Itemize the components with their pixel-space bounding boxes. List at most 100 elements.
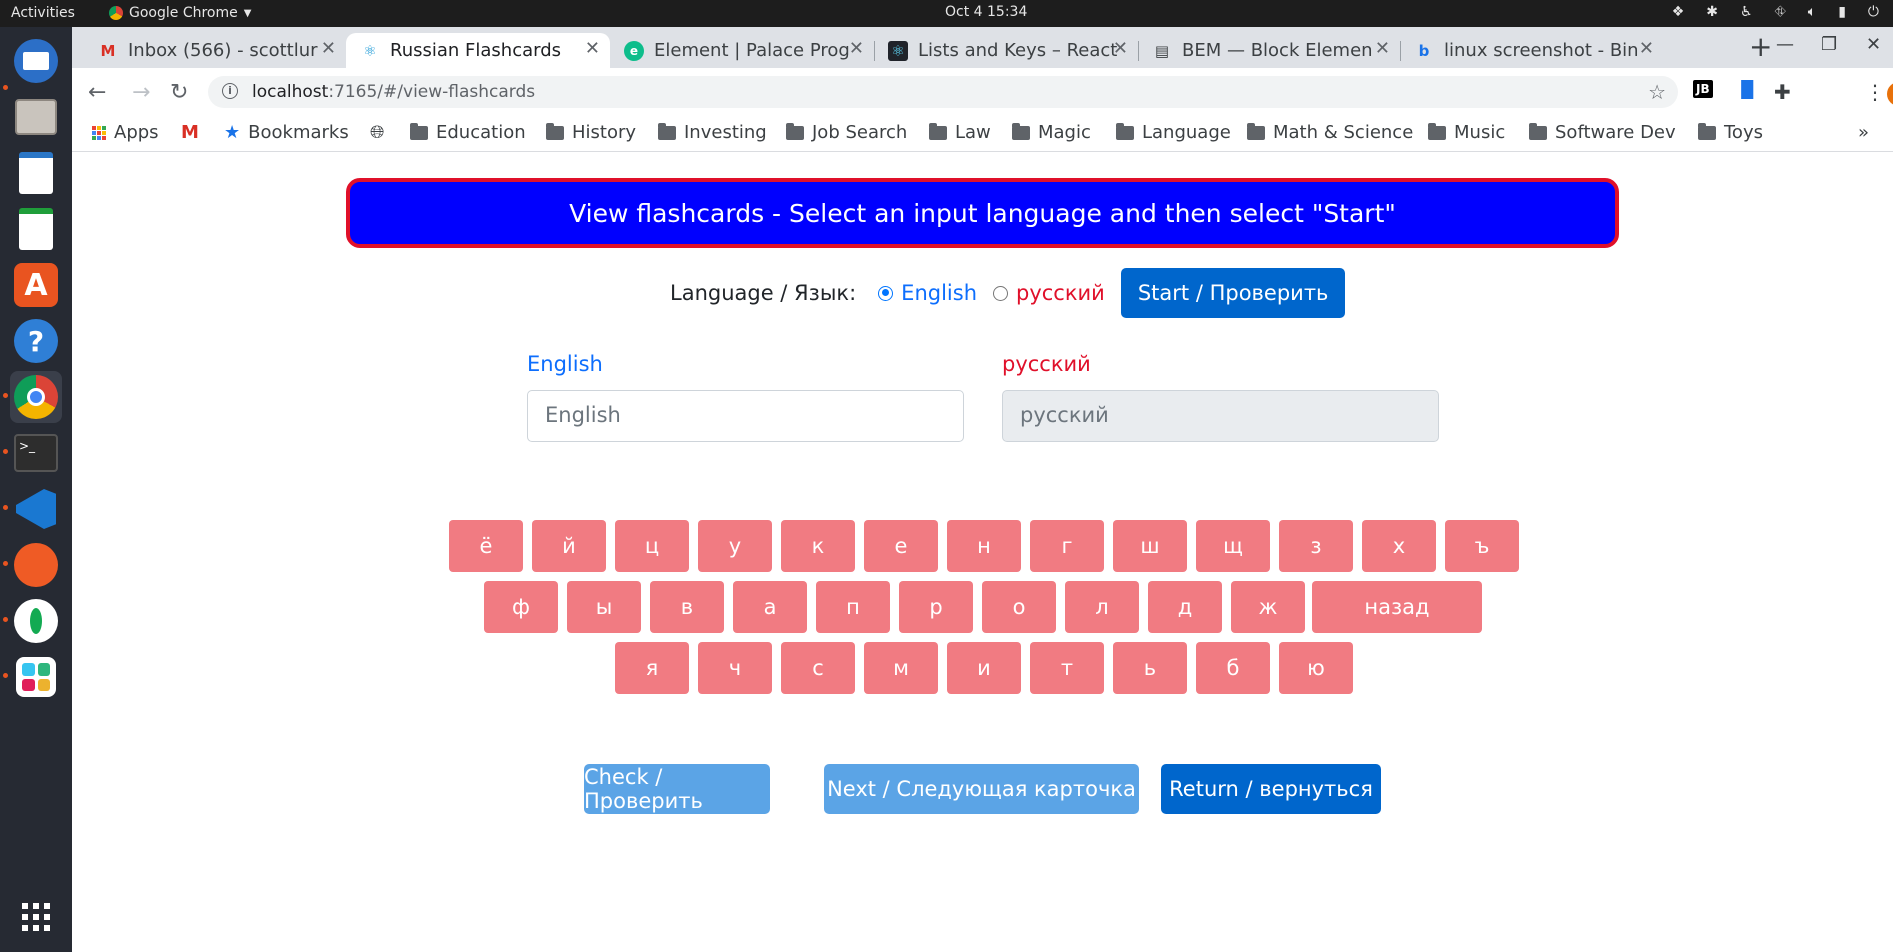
key[interactable]: ш (1113, 520, 1187, 572)
key[interactable]: г (1030, 520, 1104, 572)
key[interactable]: с (781, 642, 855, 694)
bookmark-folder-software-dev[interactable]: Software Dev (1529, 122, 1676, 143)
postman-icon[interactable] (10, 539, 62, 591)
help-icon[interactable]: ? (10, 315, 62, 367)
software-center-icon[interactable]: A (10, 259, 62, 311)
key[interactable]: н (947, 520, 1021, 572)
vscode-icon[interactable] (10, 483, 62, 535)
key[interactable]: щ (1196, 520, 1270, 572)
key[interactable]: х (1362, 520, 1436, 572)
address-bar[interactable]: i localhost:7165/#/view-flashcards ☆ (208, 76, 1678, 108)
backspace-key[interactable]: назад (1312, 581, 1482, 633)
activities-button[interactable]: Activities (11, 5, 75, 21)
site-info-icon[interactable]: i (222, 83, 238, 99)
key[interactable]: з (1279, 520, 1353, 572)
key[interactable]: ю (1279, 642, 1353, 694)
close-tab-icon[interactable]: ✕ (1113, 38, 1128, 59)
battery-icon[interactable]: ▮ (1838, 4, 1846, 20)
profile-avatar[interactable]: S (1887, 82, 1893, 106)
close-tab-icon[interactable]: ✕ (321, 38, 336, 59)
radio-button[interactable] (993, 285, 1008, 301)
key[interactable]: п (816, 581, 890, 633)
accessibility-icon[interactable]: ♿ (1740, 4, 1753, 20)
url-text[interactable]: localhost:7165/#/view-flashcards (252, 82, 535, 102)
key[interactable]: ц (615, 520, 689, 572)
key[interactable]: м (864, 642, 938, 694)
check-button[interactable]: Check / Проверить (584, 764, 770, 814)
reload-icon[interactable]: ↻ (170, 80, 188, 105)
radio-button-checked[interactable] (878, 285, 894, 301)
bookmark-star-icon[interactable]: ☆ (1648, 80, 1666, 104)
writer-icon[interactable] (10, 147, 62, 199)
tab-bing[interactable]: b linux screenshot - Bin ✕ (1400, 33, 1664, 68)
key[interactable]: ё (449, 520, 523, 572)
key[interactable]: я (615, 642, 689, 694)
show-apps-icon[interactable] (10, 891, 62, 943)
chrome-menu-icon[interactable]: ⋮ (1865, 80, 1885, 104)
key[interactable]: ь (1113, 642, 1187, 694)
bookmark-folder-language[interactable]: Language (1116, 122, 1231, 143)
key[interactable]: т (1030, 642, 1104, 694)
dashboard-extension-icon[interactable]: ▐▌ (1735, 80, 1760, 99)
start-button[interactable]: Start / Проверить (1120, 268, 1346, 318)
next-card-button[interactable]: Next / Следующая карточка (824, 764, 1139, 814)
radio-english-label[interactable]: English (901, 281, 977, 305)
key[interactable]: б (1196, 642, 1270, 694)
key[interactable]: л (1065, 581, 1139, 633)
extensions-puzzle-icon[interactable]: ✚ (1774, 80, 1791, 104)
bookmark-folder-music[interactable]: Music (1428, 122, 1505, 143)
close-tab-icon[interactable]: ✕ (1375, 38, 1390, 59)
calc-icon[interactable] (10, 203, 62, 255)
key[interactable]: ф (484, 581, 558, 633)
tab-bem[interactable]: ▤ BEM — Block Elemen ✕ (1138, 33, 1400, 68)
bookmark-bookmarks[interactable]: ★ Bookmarks (224, 122, 349, 143)
close-tab-icon[interactable]: ✕ (1639, 38, 1654, 59)
volume-icon[interactable]: 🔈︎ (1808, 4, 1816, 20)
close-tab-icon[interactable]: ✕ (849, 38, 864, 59)
close-tab-icon[interactable]: ✕ (585, 38, 600, 59)
key[interactable]: к (781, 520, 855, 572)
radio-russian-label[interactable]: русский (1016, 281, 1105, 305)
tab-lists-and-keys[interactable]: ⚛ Lists and Keys – React ✕ (874, 33, 1138, 68)
chrome-dock-icon[interactable] (10, 371, 62, 423)
close-window-icon[interactable]: ✕ (1866, 34, 1881, 55)
key[interactable]: у (698, 520, 772, 572)
return-button[interactable]: Return / вернуться (1161, 764, 1381, 814)
maximize-icon[interactable]: ❐ (1821, 34, 1837, 55)
bookmark-folder-investing[interactable]: Investing (658, 122, 767, 143)
key[interactable]: ъ (1445, 520, 1519, 572)
network-icon[interactable]: ⛗ (1775, 4, 1786, 20)
key[interactable]: й (532, 520, 606, 572)
tab-russian-flashcards[interactable]: ⚛ Russian Flashcards ✕ (346, 33, 610, 68)
more-bookmarks-icon[interactable]: » (1858, 122, 1869, 143)
jetbrains-extension-icon[interactable]: JB (1693, 80, 1713, 98)
globe-bookmark-icon[interactable]: 🌐︎ (370, 122, 384, 143)
bookmark-folder-math-science[interactable]: Math & Science (1247, 122, 1413, 143)
terminal-icon[interactable]: >_ (10, 427, 62, 479)
new-tab-button[interactable]: + (1749, 33, 1772, 61)
power-icon[interactable]: ⏻ (1868, 4, 1879, 20)
back-icon[interactable]: ← (88, 80, 106, 105)
minimize-icon[interactable]: — (1776, 34, 1794, 55)
radio-russian[interactable]: русский (993, 281, 1105, 305)
files-icon[interactable] (10, 91, 62, 143)
bookmark-folder-history[interactable]: History (546, 122, 636, 143)
english-input[interactable]: English (527, 390, 964, 442)
dropbox-icon[interactable]: ❖ (1672, 4, 1685, 20)
key[interactable]: в (650, 581, 724, 633)
settings-tray-icon[interactable]: ✱ (1706, 4, 1718, 20)
key[interactable]: е (864, 520, 938, 572)
key[interactable]: и (947, 642, 1021, 694)
app-menu[interactable]: Google Chrome ▼ (109, 5, 251, 21)
gmail-bookmark-icon[interactable]: M (181, 122, 199, 143)
key[interactable]: р (899, 581, 973, 633)
key[interactable]: ы (567, 581, 641, 633)
bookmark-apps[interactable]: Apps (92, 122, 159, 143)
tab-inbox[interactable]: M Inbox (566) - scottlurc ✕ (84, 33, 346, 68)
tab-element[interactable]: e Element | Palace Prog ✕ (610, 33, 874, 68)
clock[interactable]: Oct 4 15:34 (945, 4, 1027, 20)
thunderbird-icon[interactable] (10, 35, 62, 87)
bookmark-folder-magic[interactable]: Magic (1012, 122, 1091, 143)
key[interactable]: а (733, 581, 807, 633)
forward-icon[interactable]: → (132, 80, 150, 105)
